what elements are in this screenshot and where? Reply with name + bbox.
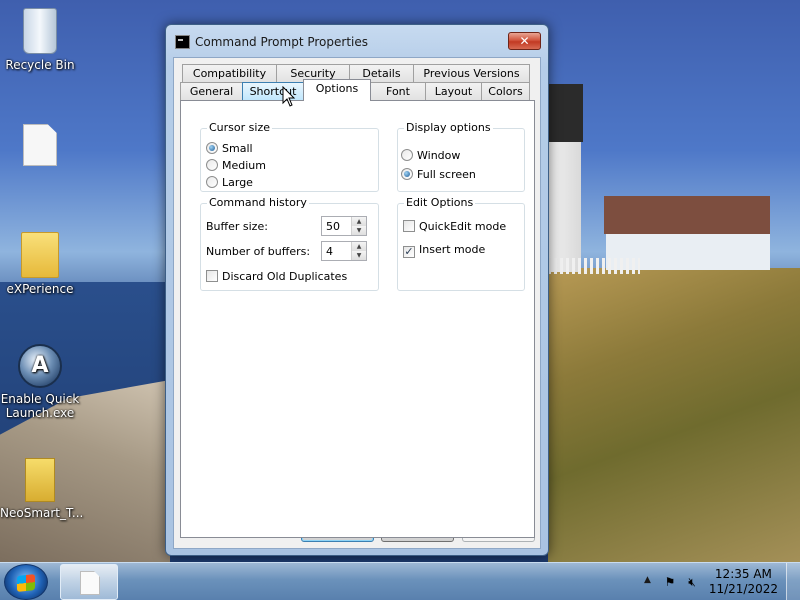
wallpaper-house-roof xyxy=(604,196,770,234)
document-icon xyxy=(80,571,100,595)
number-of-buffers-label: Number of buffers: xyxy=(206,245,311,258)
option-label: Discard Old Duplicates xyxy=(222,270,348,283)
option-label: Full screen xyxy=(417,168,476,181)
tab-options[interactable]: Options xyxy=(303,79,371,101)
zip-folder-icon xyxy=(25,458,55,502)
cursor-size-group: Cursor size Small Medium Large xyxy=(200,121,379,192)
app-icon: A xyxy=(18,344,62,388)
option-label: Large xyxy=(222,176,253,189)
show-hidden-icons-icon[interactable]: ▲ xyxy=(644,575,651,585)
command-prompt-icon xyxy=(175,35,190,49)
radio-cursor-small[interactable]: Small xyxy=(206,142,253,155)
checkbox-quickedit-mode[interactable]: QuickEdit mode xyxy=(403,220,506,233)
tab-font[interactable]: Font xyxy=(370,82,426,101)
taskbar: ▲ ⚑ 🔇︎ 12:35 AM 11/21/2022 xyxy=(0,562,800,600)
number-of-buffers-value[interactable]: 4 xyxy=(326,245,333,258)
system-tray: ▲ ⚑ 🔇︎ 12:35 AM 11/21/2022 xyxy=(640,563,800,600)
desktop-icon-label: NeoSmart_T... xyxy=(0,506,84,520)
buffer-size-stepper[interactable]: 50 ▲ ▼ xyxy=(321,216,367,236)
checkbox-discard-old-duplicates[interactable]: Discard Old Duplicates xyxy=(206,270,347,283)
desktop-icon-enable-quick-launch[interactable]: A Enable Quick Launch.exe xyxy=(0,344,80,420)
edit-options-group: Edit Options QuickEdit mode ✓ Insert mode xyxy=(397,196,525,291)
title-bar[interactable]: Command Prompt Properties ✕ xyxy=(166,25,548,57)
document-icon xyxy=(23,124,57,166)
radio-button[interactable] xyxy=(206,159,218,171)
spin-down-icon[interactable]: ▼ xyxy=(352,251,366,260)
display-options-group: Display options Window Full screen xyxy=(397,121,525,192)
group-label: Display options xyxy=(404,121,493,134)
spin-up-icon[interactable]: ▲ xyxy=(352,242,366,251)
option-label: Small xyxy=(222,142,253,155)
recycle-bin-icon xyxy=(23,8,57,54)
radio-display-full-screen[interactable]: Full screen xyxy=(401,168,476,181)
tab-label: Compatibility xyxy=(192,67,267,80)
tab-general[interactable]: General xyxy=(180,82,243,101)
number-of-buffers-stepper[interactable]: 4 ▲ ▼ xyxy=(321,241,367,261)
clock-date: 11/21/2022 xyxy=(708,582,778,596)
checkbox-insert-mode[interactable]: ✓ Insert mode xyxy=(403,243,485,258)
desktop-icon-neosmart[interactable]: NeoSmart_T... xyxy=(0,458,84,520)
close-button[interactable]: ✕ xyxy=(508,32,541,50)
checkbox-checked[interactable]: ✓ xyxy=(403,246,415,258)
folder-icon xyxy=(21,232,59,278)
tab-label: General xyxy=(189,85,234,98)
wallpaper-land xyxy=(548,268,800,562)
spin-up-icon[interactable]: ▲ xyxy=(352,217,366,226)
clock[interactable]: 12:35 AM 11/21/2022 xyxy=(709,567,778,597)
tab-previous-versions[interactable]: Previous Versions xyxy=(413,64,530,83)
group-label: Edit Options xyxy=(404,196,476,209)
properties-dialog: Command Prompt Properties ✕ Compatibilit… xyxy=(165,24,549,556)
radio-button[interactable] xyxy=(401,149,413,161)
checkbox[interactable] xyxy=(206,270,218,282)
radio-button[interactable] xyxy=(206,176,218,188)
close-icon: ✕ xyxy=(519,34,530,48)
show-desktop-button[interactable] xyxy=(786,563,800,600)
stepper-arrows[interactable]: ▲ ▼ xyxy=(351,242,366,260)
option-label: Window xyxy=(417,149,461,162)
desktop-icon-label: Recycle Bin xyxy=(5,58,75,72)
desktop-icon-recycle-bin[interactable]: Recycle Bin xyxy=(0,8,80,72)
volume-muted-icon[interactable]: 🔇︎ xyxy=(684,574,700,590)
command-history-group: Command history Buffer size: 50 ▲ ▼ Numb… xyxy=(200,196,379,291)
radio-cursor-medium[interactable]: Medium xyxy=(206,159,266,172)
option-label: Medium xyxy=(222,159,266,172)
window-title: Command Prompt Properties xyxy=(195,35,368,49)
desktop-icon-label: Enable Quick Launch.exe xyxy=(0,392,80,420)
dialog-client-area: Compatibility Security Details Previous … xyxy=(173,57,541,549)
tab-colors[interactable]: Colors xyxy=(481,82,530,101)
mouse-cursor-icon xyxy=(282,86,296,107)
buffer-size-value[interactable]: 50 xyxy=(326,220,340,233)
tab-label: Layout xyxy=(434,85,473,98)
option-label: QuickEdit mode xyxy=(419,220,507,233)
options-tab-page: Cursor size Small Medium Large Display o… xyxy=(180,100,535,538)
taskbar-item-document[interactable] xyxy=(60,564,118,600)
wallpaper-fence xyxy=(548,258,640,274)
spin-down-icon[interactable]: ▼ xyxy=(352,226,366,235)
desktop-icon-label: eXPerience xyxy=(6,282,74,296)
tab-label: Options xyxy=(315,82,359,95)
desktop-icon-experience[interactable]: eXPerience xyxy=(0,232,80,296)
tab-label: Font xyxy=(386,85,410,98)
radio-display-window[interactable]: Window xyxy=(401,149,460,162)
desktop-icon-document[interactable] xyxy=(0,124,80,170)
group-label: Command history xyxy=(207,196,309,209)
tab-compatibility[interactable]: Compatibility xyxy=(182,64,277,83)
tab-label: Previous Versions xyxy=(423,67,520,80)
radio-button-checked[interactable] xyxy=(206,142,218,154)
clock-time: 12:35 AM xyxy=(714,567,772,581)
start-button[interactable] xyxy=(4,564,48,600)
stepper-arrows[interactable]: ▲ ▼ xyxy=(351,217,366,235)
group-label: Cursor size xyxy=(207,121,272,134)
radio-cursor-large[interactable]: Large xyxy=(206,176,253,189)
windows-logo-icon xyxy=(17,574,35,592)
wallpaper-lighthouse-lantern xyxy=(547,84,583,142)
tab-label: Colors xyxy=(488,85,523,98)
buffer-size-label: Buffer size: xyxy=(206,220,268,233)
checkbox[interactable] xyxy=(403,220,415,232)
tab-layout[interactable]: Layout xyxy=(425,82,482,101)
radio-button-checked[interactable] xyxy=(401,168,413,180)
option-label: Insert mode xyxy=(419,243,486,256)
action-center-icon[interactable]: ⚑ xyxy=(662,574,678,590)
